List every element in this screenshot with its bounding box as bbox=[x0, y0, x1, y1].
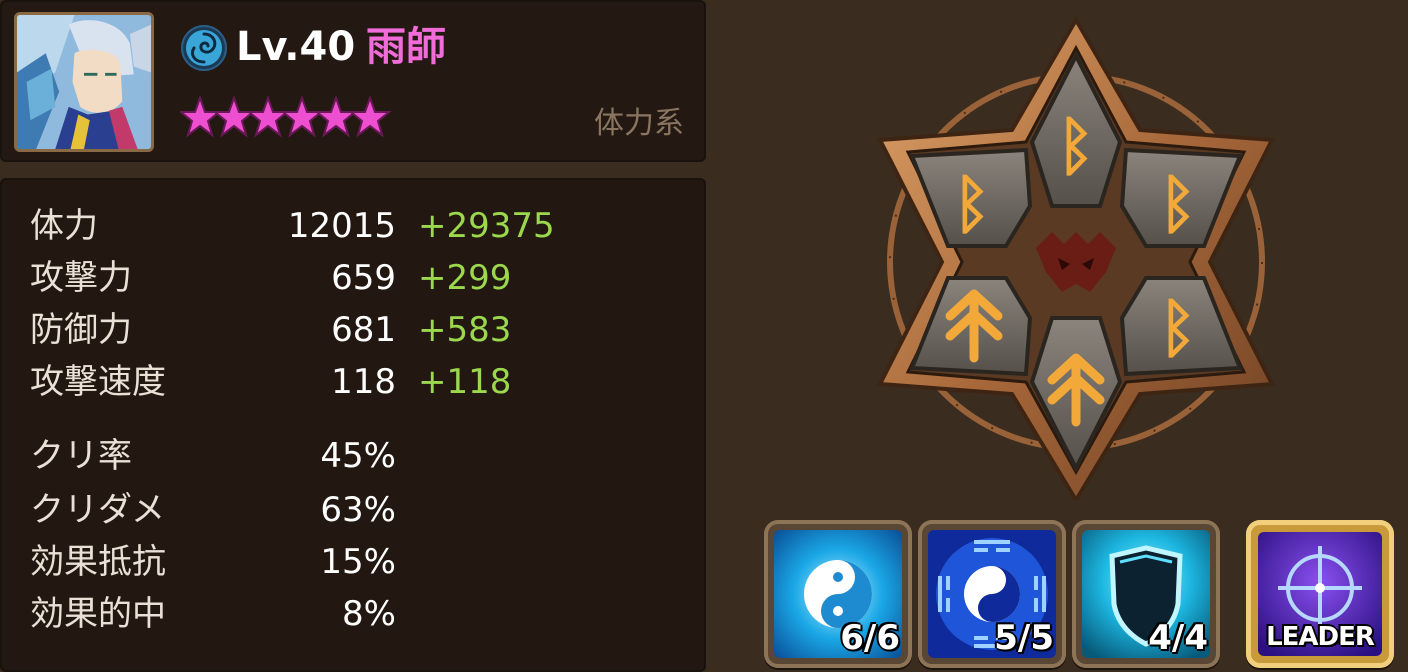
stat-base-value: 681 bbox=[331, 310, 396, 350]
stat-base-value: 118 bbox=[331, 362, 396, 402]
star-icon bbox=[246, 95, 290, 138]
star-icon bbox=[180, 95, 222, 138]
skill-level-text: 6/6 bbox=[840, 618, 900, 658]
stat-row-crit-damage: クリダメ 63% bbox=[0, 484, 706, 536]
rune-rage-icon: ᛒ bbox=[1159, 168, 1197, 242]
rune-board: ᛒ ᛒ ᛒ ᛒ bbox=[876, 16, 1276, 500]
wind-element-icon bbox=[181, 25, 227, 71]
stat-row-speed: 攻撃速度 118 +118 bbox=[0, 356, 706, 408]
stat-label: クリ率 bbox=[30, 436, 132, 476]
stat-label: 攻撃速度 bbox=[30, 362, 166, 402]
stat-row-attack: 攻撃力 659 +299 bbox=[0, 252, 706, 304]
stat-row-accuracy: 効果的中 8% bbox=[0, 588, 706, 640]
stat-base-value: 659 bbox=[331, 258, 396, 298]
star-icon bbox=[212, 95, 256, 138]
stat-bonus-value: +583 bbox=[418, 310, 512, 350]
star-rating bbox=[180, 95, 392, 138]
stat-label: 効果抵抗 bbox=[30, 542, 166, 582]
stat-base-value: 12015 bbox=[287, 206, 396, 246]
skill-level-text: 5/5 bbox=[994, 618, 1054, 658]
stat-row-resistance: 効果抵抗 15% bbox=[0, 536, 706, 588]
stat-row-hp: 体力 12015 +29375 bbox=[0, 200, 706, 252]
stat-label: クリダメ bbox=[30, 490, 165, 530]
stat-base-value: 63% bbox=[320, 490, 396, 530]
stat-base-value: 45% bbox=[320, 436, 396, 476]
rune-rage-icon: ᛒ bbox=[1057, 110, 1095, 184]
stat-base-value: 15% bbox=[320, 542, 396, 582]
skill-1-button[interactable]: 6/6 bbox=[764, 520, 912, 668]
stat-label: 防御力 bbox=[30, 310, 132, 350]
stat-bonus-value: +118 bbox=[418, 362, 512, 402]
leader-skill-button[interactable]: LEADER bbox=[1246, 520, 1394, 668]
stat-row-crit-rate: クリ率 45% bbox=[0, 430, 706, 482]
star-icon bbox=[280, 95, 324, 138]
stat-bonus-value: +29375 bbox=[418, 206, 555, 246]
monster-type-label: 体力系 bbox=[594, 106, 684, 141]
rune-rage-icon: ᛒ bbox=[953, 168, 991, 242]
monster-header-panel: Lv.40 雨師 体力系 bbox=[0, 0, 706, 162]
skill-2-button[interactable]: 5/5 bbox=[918, 520, 1066, 668]
monster-level: Lv.40 bbox=[236, 24, 356, 70]
leader-label: LEADER bbox=[1266, 622, 1375, 652]
rune-rage-icon: ᛒ bbox=[1159, 292, 1197, 366]
stat-label: 体力 bbox=[30, 206, 98, 246]
stat-base-value: 8% bbox=[342, 594, 396, 634]
stat-bonus-value: +299 bbox=[418, 258, 512, 298]
skill-level-text: 4/4 bbox=[1148, 618, 1208, 658]
monster-name: 雨師 bbox=[366, 24, 446, 70]
star-icon bbox=[348, 95, 392, 138]
stat-label: 攻撃力 bbox=[30, 258, 132, 298]
stats-panel: 体力 12015 +29375 攻撃力 659 +299 防御力 681 +58… bbox=[0, 178, 706, 672]
stat-row-defense: 防御力 681 +583 bbox=[0, 304, 706, 356]
star-icon bbox=[314, 95, 358, 138]
skill-3-button[interactable]: 4/4 bbox=[1072, 520, 1220, 668]
monster-portrait[interactable] bbox=[14, 12, 154, 152]
stat-label: 効果的中 bbox=[30, 594, 166, 634]
monster-detail-screen: Lv.40 雨師 体力系 体力 12015 +29375 攻撃力 659 +29… bbox=[0, 0, 1408, 672]
